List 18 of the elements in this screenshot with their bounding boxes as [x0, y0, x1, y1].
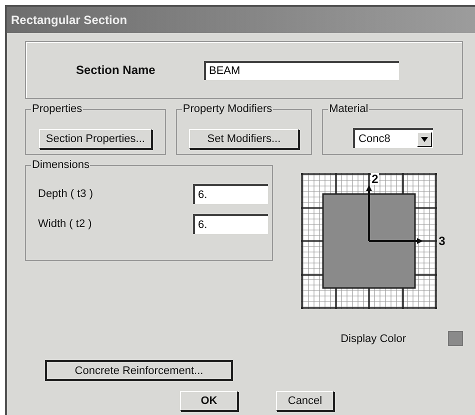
material-dropdown[interactable]: Conc8	[352, 128, 433, 148]
axis-label: 3	[438, 235, 446, 247]
dialog-button[interactable]: OK	[180, 391, 238, 411]
section-name-field[interactable]: BEAM	[204, 60, 399, 80]
color-swatch[interactable]	[448, 331, 463, 346]
dimension-field[interactable]: 6.	[193, 214, 268, 234]
group-title: Properties	[31, 103, 84, 116]
dimension-field[interactable]: 6.	[193, 184, 268, 204]
group-title: Property Modifiers	[182, 103, 274, 116]
group-button[interactable]: Set Modifiers...	[188, 129, 299, 149]
concrete-reinforcement-button[interactable]: Concrete Reinforcement...	[45, 360, 233, 381]
field-label: Depth ( t3 )	[38, 188, 94, 200]
window-title: Rectangular Section	[11, 13, 128, 27]
section-name-label: Section Name	[76, 63, 156, 77]
field-label: Width ( t2 )	[38, 218, 93, 230]
group-button[interactable]: Section Properties...	[38, 129, 152, 149]
display-color-label: Display Color	[340, 332, 406, 344]
dialog-button[interactable]: Cancel	[276, 391, 334, 411]
